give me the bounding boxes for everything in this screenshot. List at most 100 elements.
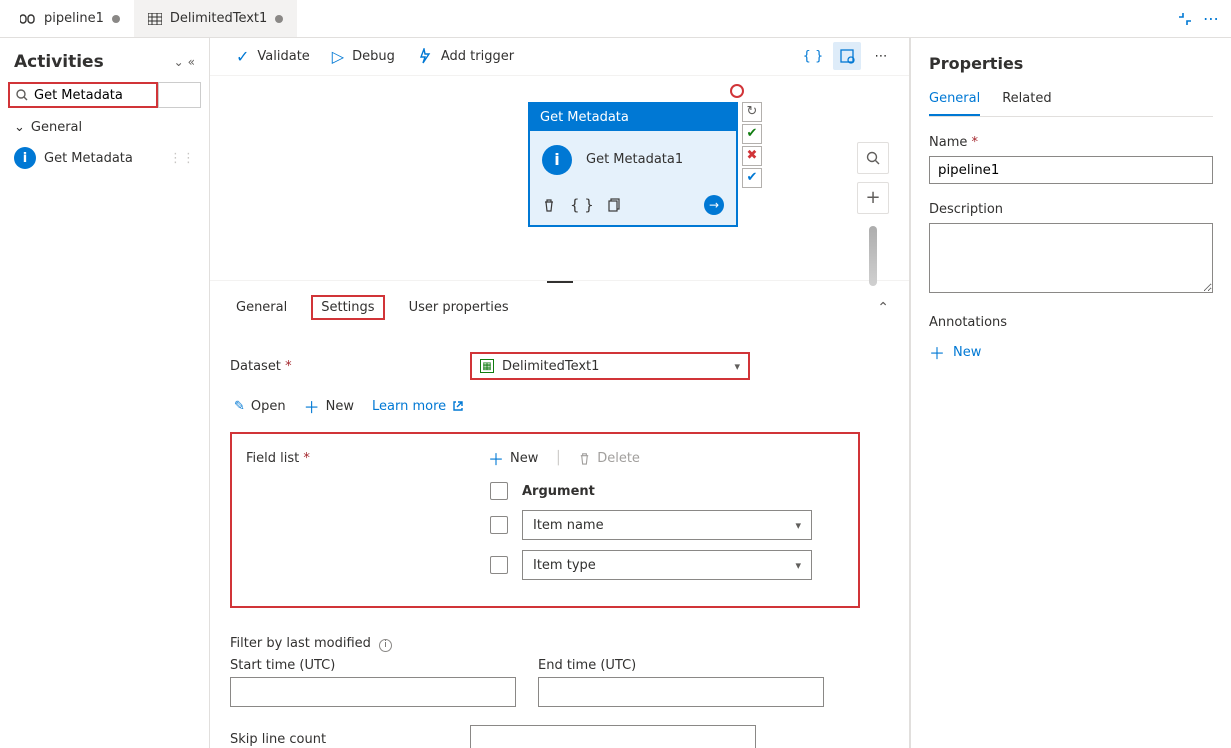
- pipeline-canvas[interactable]: Get Metadata i Get Metadata1 { } →: [210, 76, 909, 273]
- zoom-slider[interactable]: [869, 226, 877, 286]
- panel-resize-handle[interactable]: [210, 272, 909, 280]
- collapse-arrows-icon[interactable]: [1177, 11, 1193, 27]
- tab-user-properties[interactable]: User properties: [403, 296, 515, 319]
- delete-icon[interactable]: [542, 198, 556, 212]
- description-label: Description: [929, 202, 1213, 217]
- chevron-down-icon: ▾: [795, 519, 801, 532]
- properties-panel: Properties General Related Name * Descri…: [911, 38, 1231, 748]
- toolbar-more-button[interactable]: ⋯: [867, 42, 895, 70]
- activities-group-general[interactable]: ⌄ General: [14, 120, 195, 135]
- trash-icon: [578, 452, 591, 465]
- activities-panel: Activities ⌄ « ⌄ General i Get Metadata …: [0, 38, 210, 748]
- node-type-label: Get Metadata: [530, 104, 736, 131]
- activity-node-get-metadata[interactable]: Get Metadata i Get Metadata1 { } →: [528, 102, 738, 227]
- copy-icon[interactable]: [608, 198, 622, 212]
- activities-search-highlighted: [8, 82, 158, 108]
- chevron-down-icon: ▾: [795, 559, 801, 572]
- drag-handle-icon[interactable]: ⋮⋮: [169, 151, 195, 166]
- tab-pipeline1[interactable]: pipeline1: [6, 0, 134, 37]
- tab-settings[interactable]: Settings: [311, 295, 384, 320]
- activities-title: Activities: [14, 52, 104, 72]
- success-icon: ✔: [742, 124, 762, 144]
- node-name: Get Metadata1: [586, 152, 683, 167]
- arrow-right-icon[interactable]: →: [704, 195, 724, 215]
- dataset-label: Dataset *: [230, 359, 470, 374]
- open-dataset-button[interactable]: Open: [234, 399, 286, 414]
- dataset-dropdown[interactable]: ▦ DelimitedText1 ▾: [470, 352, 750, 380]
- learn-more-link[interactable]: Learn more: [372, 399, 464, 414]
- properties-tab-general[interactable]: General: [929, 91, 980, 116]
- field-list-new-button[interactable]: ＋ New: [488, 446, 538, 470]
- skip-line-count-input[interactable]: [470, 725, 756, 748]
- collapse-panel-icon[interactable]: «: [188, 55, 195, 69]
- add-trigger-button[interactable]: Add trigger: [417, 48, 514, 64]
- top-tab-bar: pipeline1 DelimitedText1 ⋯: [0, 0, 1231, 38]
- pipeline-description-input[interactable]: [929, 223, 1213, 293]
- tab-general[interactable]: General: [230, 296, 293, 319]
- validate-button[interactable]: ✓ Validate: [236, 47, 310, 66]
- play-icon: ▷: [332, 47, 344, 66]
- argument-dropdown-item-name[interactable]: Item name ▾: [522, 510, 812, 540]
- argument-row-checkbox[interactable]: [490, 556, 508, 574]
- more-icon[interactable]: ⋯: [1203, 9, 1219, 28]
- argument-dropdown-item-type[interactable]: Item type ▾: [522, 550, 812, 580]
- breakpoint-indicator[interactable]: [730, 84, 744, 98]
- skip-line-count-label: Skip line count: [230, 732, 470, 747]
- fail-icon: ✖: [742, 146, 762, 166]
- field-list-section: Field list * ＋ New │ Delete: [230, 432, 860, 608]
- search-icon: [16, 89, 28, 101]
- dataset-type-icon: ▦: [480, 359, 494, 373]
- chevron-down-icon: ▾: [734, 360, 740, 373]
- field-list-label: Field list *: [246, 451, 472, 466]
- expand-all-icon[interactable]: ⌄: [174, 55, 184, 69]
- pipeline-toolbar: ✓ Validate ▷ Debug Add trigger { } ⋯: [210, 38, 909, 76]
- check-icon: ✓: [236, 47, 249, 66]
- annotations-label: Annotations: [929, 315, 1213, 330]
- info-circle-icon[interactable]: i: [379, 639, 392, 652]
- name-label: Name *: [929, 135, 1213, 150]
- properties-title: Properties: [929, 54, 1213, 73]
- activity-label: Get Metadata: [44, 151, 133, 166]
- end-time-input[interactable]: [538, 677, 824, 707]
- filter-by-last-modified-label: Filter by last modified i: [230, 636, 889, 652]
- debug-button[interactable]: ▷ Debug: [332, 47, 395, 66]
- plus-icon: ＋: [304, 394, 320, 418]
- completion-icon: ✔: [742, 168, 762, 188]
- collapse-settings-icon[interactable]: ⌃: [877, 300, 889, 316]
- tab-label: pipeline1: [44, 11, 104, 26]
- pipeline-name-input[interactable]: [929, 156, 1213, 184]
- info-icon: i: [14, 147, 36, 169]
- field-list-delete-button: Delete: [578, 451, 640, 466]
- pipeline-icon: [20, 13, 36, 25]
- add-annotation-button[interactable]: ＋ New: [929, 340, 1213, 364]
- argument-header: Argument: [522, 484, 595, 499]
- dirty-dot: [112, 15, 120, 23]
- new-dataset-button[interactable]: ＋ New: [304, 394, 354, 418]
- activities-search[interactable]: [34, 88, 154, 103]
- canvas-search-button[interactable]: [857, 142, 889, 174]
- argument-select-all-checkbox[interactable]: [490, 482, 508, 500]
- dataset-value: DelimitedText1: [502, 359, 599, 374]
- start-time-label: Start time (UTC): [230, 658, 516, 673]
- dirty-dot: [275, 15, 283, 23]
- trigger-icon: [417, 48, 433, 64]
- pencil-icon: [234, 399, 245, 414]
- info-icon: i: [542, 145, 572, 175]
- activity-config-tabs: General Settings User properties ⌃: [210, 280, 909, 330]
- chevron-down-icon: ⌄: [14, 120, 25, 135]
- plus-icon: ＋: [929, 340, 945, 364]
- canvas-add-button[interactable]: +: [857, 182, 889, 214]
- code-icon[interactable]: { }: [570, 196, 594, 214]
- end-time-label: End time (UTC): [538, 658, 824, 673]
- tab-delimitedtext1[interactable]: DelimitedText1: [134, 0, 297, 37]
- plus-icon: ＋: [488, 446, 504, 470]
- start-time-input[interactable]: [230, 677, 516, 707]
- properties-tab-related[interactable]: Related: [1002, 91, 1051, 116]
- dataset-icon: [148, 13, 162, 25]
- node-status-indicators: ↻ ✔ ✖ ✔: [742, 102, 762, 188]
- argument-row-checkbox[interactable]: [490, 516, 508, 534]
- properties-button[interactable]: [833, 42, 861, 70]
- pending-icon: ↻: [742, 102, 762, 122]
- code-view-button[interactable]: { }: [799, 42, 827, 70]
- activity-get-metadata[interactable]: i Get Metadata ⋮⋮: [8, 141, 201, 175]
